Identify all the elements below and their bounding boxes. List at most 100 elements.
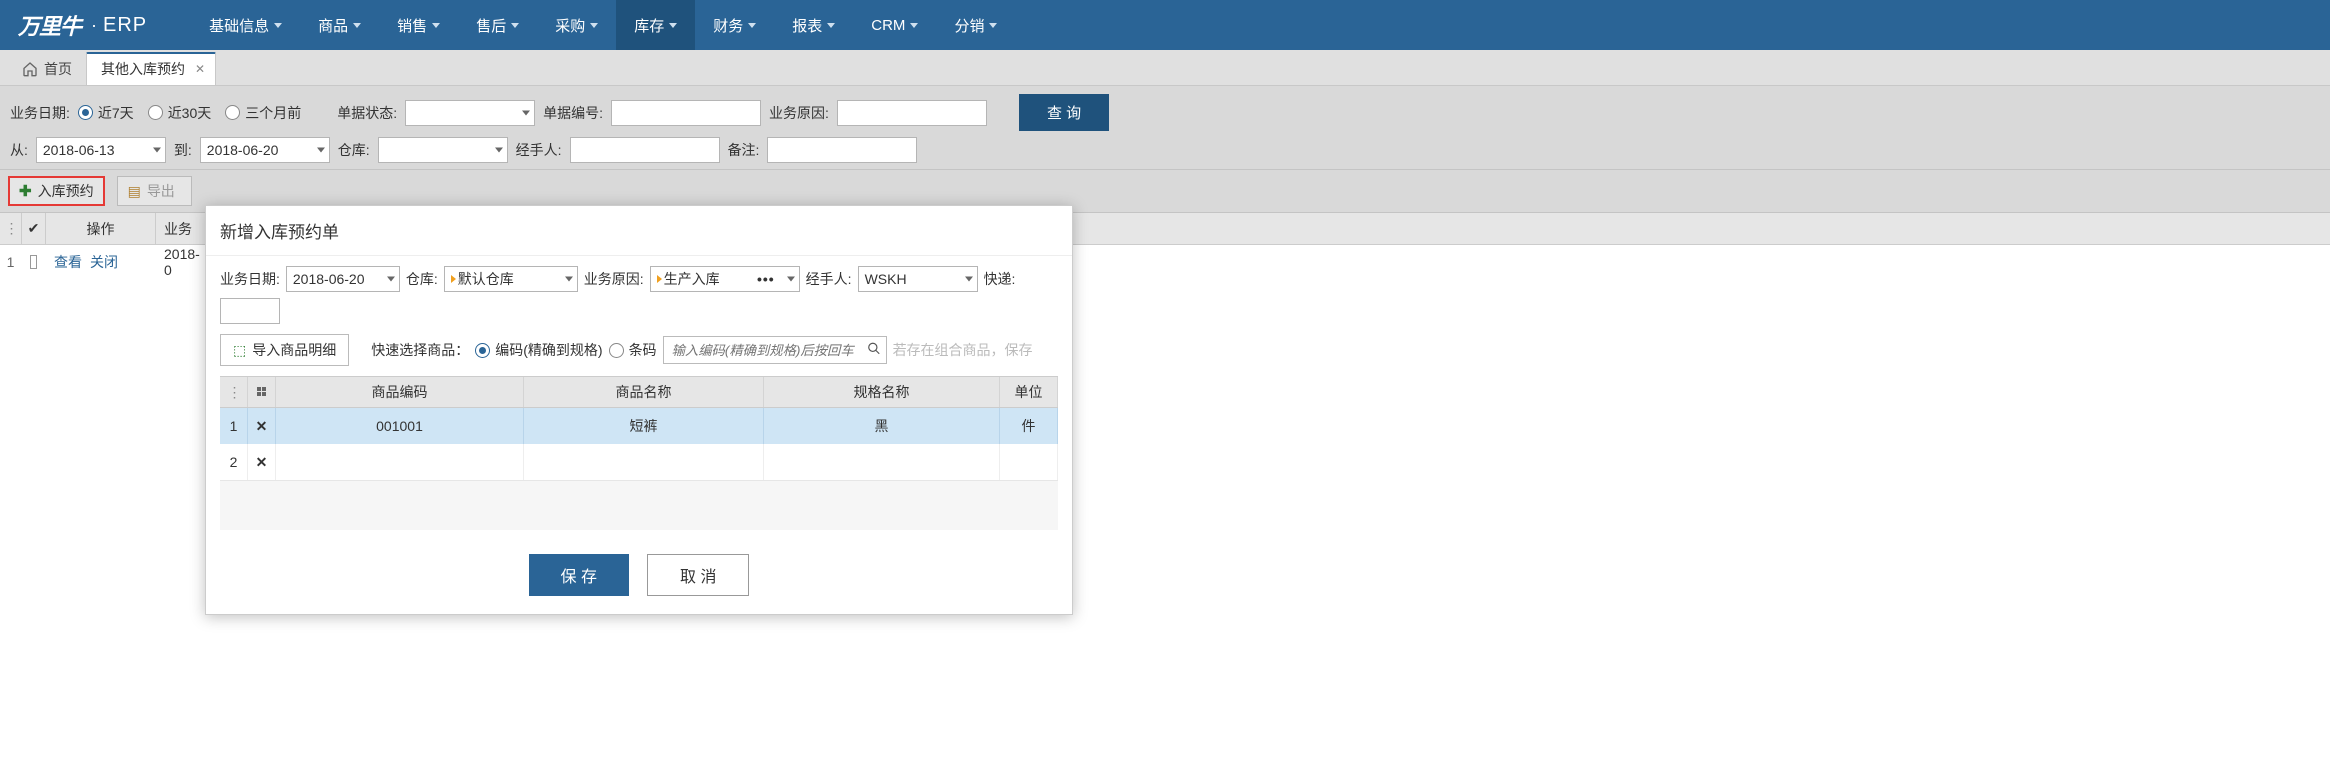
- modal-new-reservation: 新增入库预约单 业务日期: 2018-06-20 仓库: 默认仓库 业务原因: …: [205, 205, 1073, 615]
- chevron-down-icon: [748, 23, 756, 28]
- nav-item-goods[interactable]: 商品: [300, 0, 379, 50]
- col-check[interactable]: ✔: [22, 213, 46, 244]
- close-link[interactable]: 关闭: [90, 252, 118, 272]
- query-button[interactable]: 查 询: [1019, 94, 1109, 131]
- brand-suffix: ERP: [103, 14, 147, 37]
- nav-items: 基础信息 商品 销售 售后 采购 库存 财务 报表 CRM 分销: [191, 0, 1015, 50]
- cell-code[interactable]: [276, 444, 524, 480]
- chevron-down-icon: [669, 23, 677, 28]
- reason-label: 业务原因:: [769, 103, 829, 123]
- cell-spec: [764, 444, 1000, 480]
- row-index: 2: [220, 444, 248, 480]
- grid-icon: [257, 387, 267, 397]
- col-op: 操作: [46, 213, 156, 244]
- col-drag[interactable]: ⋮: [220, 377, 248, 407]
- nav-item-distribution[interactable]: 分销: [936, 0, 1015, 50]
- m-express-label: 快递:: [984, 269, 1016, 289]
- reason-input[interactable]: [837, 100, 987, 126]
- cell-name: 短裤: [524, 408, 764, 444]
- nav-item-basic[interactable]: 基础信息: [191, 0, 300, 50]
- chevron-down-icon: [565, 277, 573, 282]
- cell-spec: 黑: [764, 408, 1000, 444]
- modal-grid-row[interactable]: 2 ✕: [220, 444, 1058, 480]
- cell-unit: [1000, 444, 1058, 480]
- view-link[interactable]: 查看: [54, 252, 82, 272]
- m-bizdate-label: 业务日期:: [220, 269, 280, 289]
- modal-grid-row[interactable]: 1 ✕ 001001 短裤 黑 件: [220, 408, 1058, 444]
- drag-icon: ⋮: [228, 384, 240, 401]
- billno-input[interactable]: [611, 100, 761, 126]
- chevron-down-icon: [432, 23, 440, 28]
- m-reason-label: 业务原因:: [584, 269, 644, 289]
- required-icon: [657, 275, 662, 283]
- col-code: 商品编码: [276, 377, 524, 407]
- m-express-input[interactable]: [220, 298, 280, 324]
- nav-item-finance[interactable]: 财务: [695, 0, 774, 50]
- cell-name: [524, 444, 764, 480]
- m-handler-select[interactable]: WSKH: [858, 266, 978, 292]
- radio-mode-barcode[interactable]: 条码: [609, 340, 657, 360]
- radio-mode-code[interactable]: 编码(精确到规格): [475, 340, 602, 360]
- save-button[interactable]: 保 存: [529, 554, 629, 596]
- col-layout[interactable]: [248, 377, 276, 407]
- import-detail-button[interactable]: ⬚ 导入商品明细: [220, 334, 349, 366]
- col-drag[interactable]: ⋮: [0, 213, 22, 244]
- cancel-button[interactable]: 取 消: [647, 554, 749, 596]
- top-nav: 万里牛 · ERP 基础信息 商品 销售 售后 采购 库存 财务 报表 CRM …: [0, 0, 2330, 50]
- row-index: 1: [220, 408, 248, 444]
- handler-input[interactable]: [570, 137, 720, 163]
- chevron-down-icon: [910, 23, 918, 28]
- date-range-radio-group: 近7天 近30天 三个月前: [78, 103, 301, 123]
- radio-30days[interactable]: 近30天: [148, 103, 212, 123]
- to-label: 到:: [174, 140, 192, 160]
- nav-item-inventory[interactable]: 库存: [616, 0, 695, 50]
- m-reason-select[interactable]: 生产入库•••: [650, 266, 800, 292]
- m-handler-label: 经手人:: [806, 269, 852, 289]
- m-bizdate-picker[interactable]: 2018-06-20: [286, 266, 400, 292]
- delete-row-button[interactable]: ✕: [256, 418, 268, 435]
- nav-item-sales[interactable]: 销售: [379, 0, 458, 50]
- tab-current[interactable]: 其他入库预约 ✕: [86, 52, 216, 85]
- export-button[interactable]: ▤ 导出: [117, 176, 192, 206]
- col-name: 商品名称: [524, 377, 764, 407]
- m-warehouse-select[interactable]: 默认仓库: [444, 266, 578, 292]
- chevron-down-icon: [965, 277, 973, 282]
- chevron-down-icon: [353, 23, 361, 28]
- required-icon: [451, 275, 456, 283]
- nav-item-report[interactable]: 报表: [774, 0, 853, 50]
- modal-grid-header: ⋮ 商品编码 商品名称 规格名称 单位: [220, 376, 1058, 408]
- status-select[interactable]: [405, 100, 535, 126]
- col-spec: 规格名称: [764, 377, 1000, 407]
- col-unit: 单位: [1000, 377, 1058, 407]
- from-label: 从:: [10, 140, 28, 160]
- nav-item-aftersale[interactable]: 售后: [458, 0, 537, 50]
- search-icon[interactable]: [867, 342, 881, 359]
- product-search-input[interactable]: [663, 336, 887, 364]
- warehouse-select[interactable]: [378, 137, 508, 163]
- reserve-button[interactable]: ✚ 入库预约: [8, 176, 105, 206]
- tab-home[interactable]: 首页: [8, 53, 86, 85]
- from-date-picker[interactable]: 2018-06-13: [36, 137, 166, 163]
- cell-code[interactable]: 001001: [276, 408, 524, 444]
- radio-3months[interactable]: 三个月前: [225, 103, 301, 123]
- home-icon: [22, 61, 38, 77]
- to-date-picker[interactable]: 2018-06-20: [200, 137, 330, 163]
- delete-row-button[interactable]: ✕: [256, 454, 268, 471]
- chevron-down-icon: [495, 148, 503, 153]
- remark-input[interactable]: [767, 137, 917, 163]
- radio-7days[interactable]: 近7天: [78, 103, 134, 123]
- row-checkbox[interactable]: [30, 255, 37, 269]
- nav-item-crm[interactable]: CRM: [853, 0, 936, 50]
- filter-bar: 业务日期: 近7天 近30天 三个月前 单据状态: 单据编号: 业务原因: 查 …: [0, 86, 2330, 170]
- billno-label: 单据编号:: [543, 103, 603, 123]
- m-warehouse-label: 仓库:: [406, 269, 438, 289]
- quick-select-label: 快速选择商品：: [371, 340, 469, 360]
- nav-item-purchase[interactable]: 采购: [537, 0, 616, 50]
- drag-icon: ⋮: [5, 220, 17, 237]
- close-icon[interactable]: ✕: [195, 62, 205, 76]
- ellipsis-icon[interactable]: •••: [757, 271, 775, 287]
- remark-label: 备注:: [728, 140, 760, 160]
- warehouse-label: 仓库:: [338, 140, 370, 160]
- chevron-down-icon: [989, 23, 997, 28]
- chevron-down-icon: [274, 23, 282, 28]
